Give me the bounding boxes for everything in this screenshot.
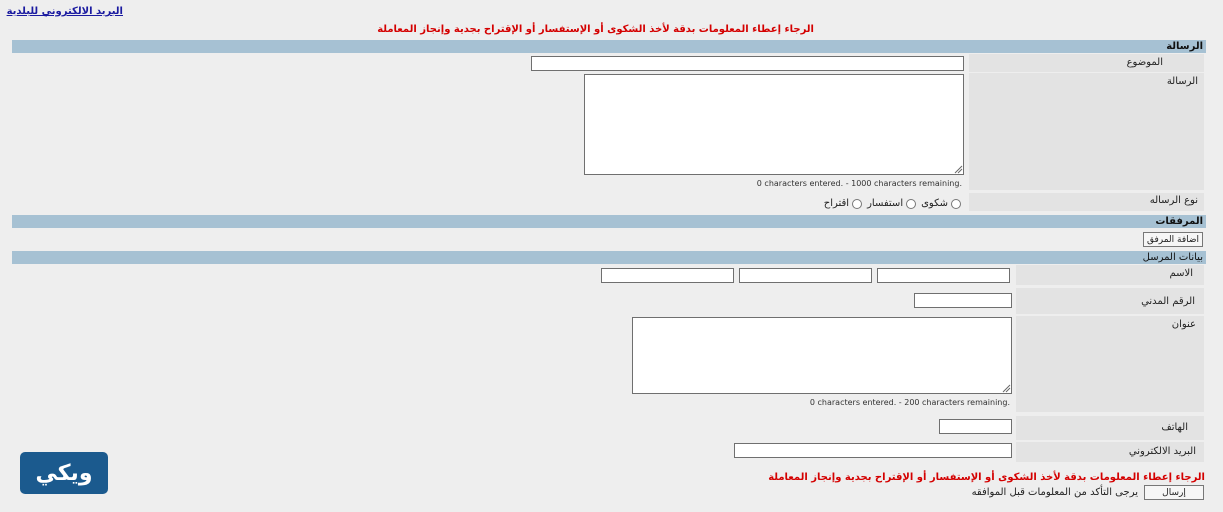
inquiry-label: استفسار — [867, 198, 904, 209]
address-textarea[interactable] — [632, 317, 1012, 394]
phone-label: الهاتف — [1161, 422, 1188, 433]
address-label-cell — [1016, 316, 1204, 412]
civil-id-input[interactable] — [914, 293, 1012, 308]
add-attachment-button[interactable]: اضافة المرفق — [1143, 232, 1203, 247]
email-label: البريد الالكتروني — [1128, 446, 1196, 457]
send-button[interactable]: إرسال — [1144, 485, 1204, 500]
confirm-text: يرجى التأكد من المعلومات قبل الموافقه — [971, 487, 1138, 498]
email-input[interactable] — [734, 443, 1012, 458]
suggestion-label: اقتراح — [823, 198, 850, 209]
message-label: الرسالة — [1166, 76, 1198, 87]
address-char-counter: 0 characters entered. - 200 characters r… — [809, 398, 1010, 407]
subject-label-cell — [969, 54, 1204, 72]
message-type-group: شكوى استفسار اقتراح — [824, 198, 961, 209]
message-type-label: نوع الرساله — [1149, 195, 1198, 206]
top-notice: الرجاء إعطاء المعلومات بدقة لأخذ الشكوى … — [377, 24, 814, 35]
last-name-input[interactable] — [601, 268, 734, 283]
suggestion-radio[interactable] — [852, 198, 863, 209]
type-option-suggestion[interactable]: اقتراح — [823, 198, 863, 209]
civil-id-label: الرقم المدني — [1141, 296, 1195, 307]
first-name-input[interactable] — [877, 268, 1010, 283]
complaint-radio[interactable] — [951, 198, 961, 209]
phone-input[interactable] — [939, 419, 1012, 434]
message-textarea[interactable] — [584, 74, 964, 175]
wiki-logo: ويكي — [20, 452, 108, 494]
municipality-email-link[interactable]: البريد الالكتروني للبلدية — [7, 6, 123, 17]
attachments-section-header — [12, 215, 1206, 228]
bottom-notice: الرجاء إعطاء المعلومات بدقة لأخذ الشكوى … — [768, 472, 1205, 483]
message-char-counter: 0 characters entered. - 1000 characters … — [756, 179, 962, 188]
sender-section-title: بيانات المرسل — [1142, 252, 1203, 263]
resize-grip-icon[interactable] — [1001, 383, 1011, 393]
type-option-complaint[interactable]: شكوى — [921, 198, 961, 209]
type-option-inquiry[interactable]: استفسار — [867, 198, 917, 209]
message-label-cell — [969, 73, 1204, 190]
middle-name-input[interactable] — [739, 268, 872, 283]
address-label: عنوان — [1171, 319, 1196, 330]
subject-input[interactable] — [531, 56, 964, 71]
message-section-title: الرسالة — [1166, 41, 1203, 52]
subject-label: الموضوع — [1126, 57, 1163, 68]
sender-section-header — [12, 251, 1206, 264]
complaint-label: شكوى — [921, 198, 948, 209]
message-section-header — [12, 40, 1206, 53]
attachments-section-title: المرفقات — [1155, 216, 1203, 227]
resize-grip-icon[interactable] — [953, 164, 963, 174]
name-label: الاسم — [1169, 268, 1193, 279]
inquiry-radio[interactable] — [906, 198, 917, 209]
